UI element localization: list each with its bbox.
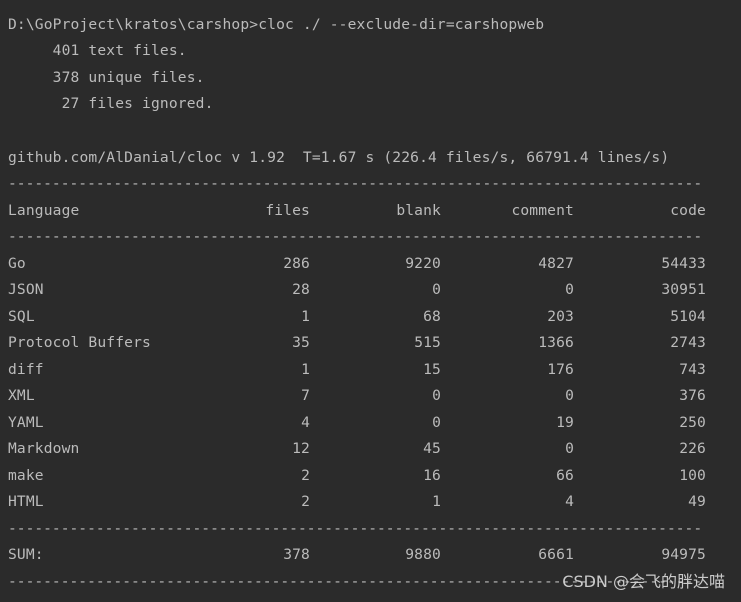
row-language: Go <box>8 255 26 272</box>
row-blank: 45 <box>423 440 441 457</box>
row-code: 2743 <box>670 334 706 351</box>
row-comment: 0 <box>565 387 574 404</box>
row-comment: 1366 <box>538 334 574 351</box>
row-language: Protocol Buffers <box>8 334 151 351</box>
row-blank: 1 <box>432 493 441 510</box>
row-language: HTML <box>8 493 44 510</box>
row-files: 1 <box>301 308 310 325</box>
row-code: 250 <box>679 414 706 431</box>
row-files: 7 <box>301 387 310 404</box>
sum-blank: 9880 <box>405 546 441 563</box>
sum-comment: 6661 <box>538 546 574 563</box>
sum-label: SUM: <box>8 546 44 563</box>
row-blank: 0 <box>432 281 441 298</box>
row-language: Markdown <box>8 440 80 457</box>
row-comment: 66 <box>556 467 574 484</box>
terminal-output[interactable]: D:\GoProject\kratos\carshop>cloc ./ --ex… <box>0 0 741 602</box>
csdn-watermark: CSDN @会飞的胖达喵 <box>562 572 725 591</box>
row-files: 2 <box>301 493 310 510</box>
row-files: 12 <box>292 440 310 457</box>
row-blank: 15 <box>423 361 441 378</box>
row-language: diff <box>8 361 44 378</box>
separator-sum: ----------------------------------------… <box>8 520 703 537</box>
row-code: 54433 <box>661 255 706 272</box>
row-code: 743 <box>679 361 706 378</box>
row-blank: 515 <box>414 334 441 351</box>
row-comment: 203 <box>547 308 574 325</box>
text-files-count: 401 text files. <box>8 42 187 59</box>
row-comment: 176 <box>547 361 574 378</box>
row-comment: 0 <box>565 281 574 298</box>
row-blank: 16 <box>423 467 441 484</box>
row-code: 376 <box>679 387 706 404</box>
header-code: code <box>670 202 706 219</box>
sum-code: 94975 <box>661 546 706 563</box>
row-language: YAML <box>8 414 44 431</box>
header-files: files <box>265 202 310 219</box>
row-language: XML <box>8 387 35 404</box>
row-comment: 19 <box>556 414 574 431</box>
row-code: 226 <box>679 440 706 457</box>
row-files: 35 <box>292 334 310 351</box>
row-code: 100 <box>679 467 706 484</box>
row-files: 4 <box>301 414 310 431</box>
row-comment: 0 <box>565 440 574 457</box>
header-blank: blank <box>396 202 441 219</box>
row-files: 1 <box>301 361 310 378</box>
unique-files-count: 378 unique files. <box>8 69 205 86</box>
row-code: 5104 <box>670 308 706 325</box>
row-files: 2 <box>301 467 310 484</box>
row-blank: 0 <box>432 387 441 404</box>
separator-header: ----------------------------------------… <box>8 228 703 245</box>
sum-files: 378 <box>283 546 310 563</box>
row-comment: 4827 <box>538 255 574 272</box>
version-line: github.com/AlDanial/cloc v 1.92 T=1.67 s… <box>8 149 670 166</box>
header-language: Language <box>8 202 80 219</box>
row-blank: 9220 <box>405 255 441 272</box>
row-language: make <box>8 467 44 484</box>
row-comment: 4 <box>565 493 574 510</box>
row-files: 28 <box>292 281 310 298</box>
ignored-files-count: 27 files ignored. <box>8 95 214 112</box>
header-comment: comment <box>511 202 574 219</box>
separator-top: ----------------------------------------… <box>8 175 703 192</box>
row-code: 30951 <box>661 281 706 298</box>
command-line: D:\GoProject\kratos\carshop>cloc ./ --ex… <box>8 16 545 33</box>
row-language: SQL <box>8 308 35 325</box>
row-code: 49 <box>688 493 706 510</box>
row-language: JSON <box>8 281 44 298</box>
row-blank: 0 <box>432 414 441 431</box>
row-blank: 68 <box>423 308 441 325</box>
row-files: 286 <box>283 255 310 272</box>
